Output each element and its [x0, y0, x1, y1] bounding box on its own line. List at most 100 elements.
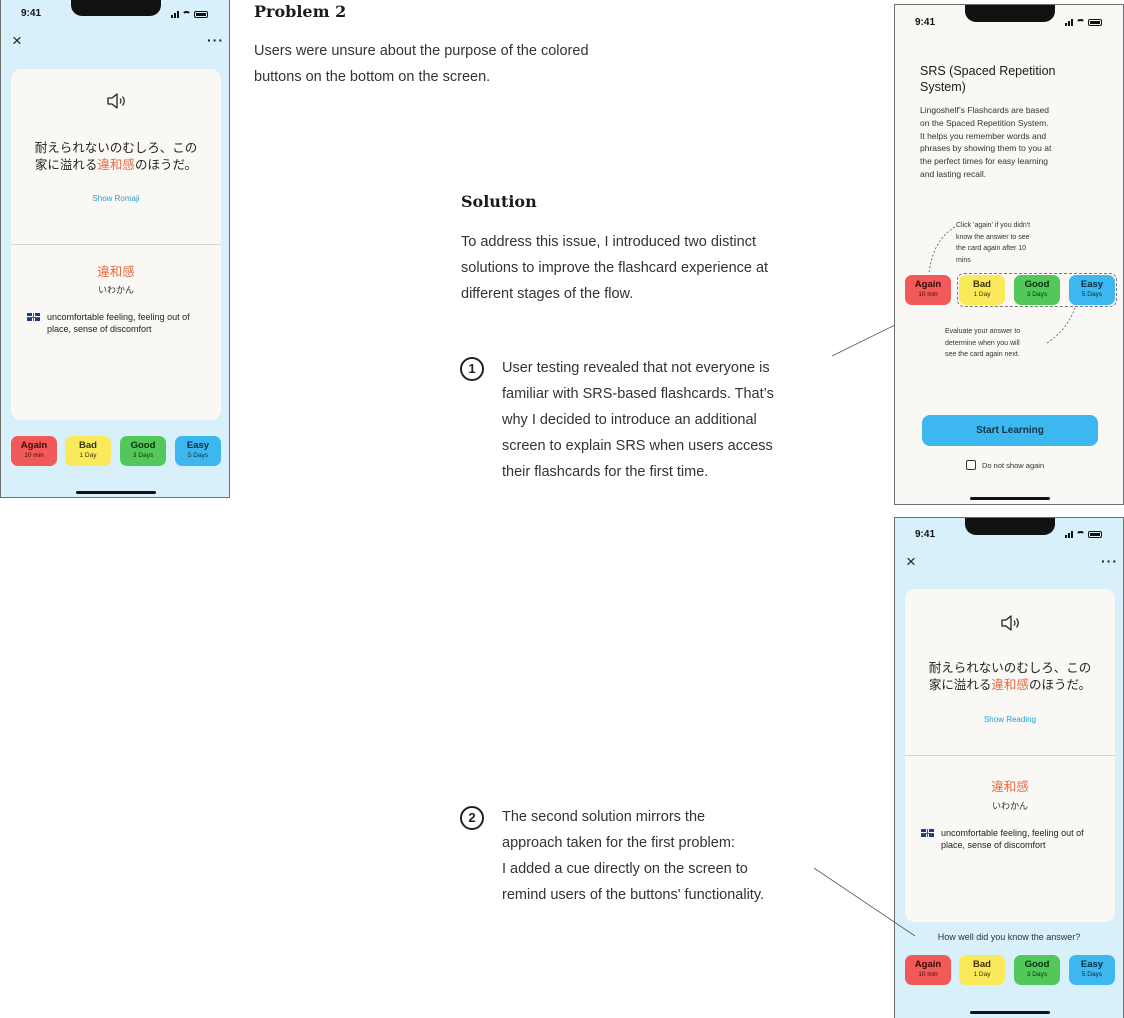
point-1-line: why I decided to introduce an additional: [502, 412, 757, 428]
sentence-part: 家に溢れる: [928, 678, 992, 692]
point-2-text: The second solution mirrors the approach…: [502, 804, 764, 908]
good-button[interactable]: Good 3 Days: [120, 436, 166, 466]
srs-description: Lingoshelf’s Flashcards are based on the…: [920, 104, 1051, 181]
close-icon[interactable]: ×: [906, 553, 916, 570]
annotation-line: mins: [956, 256, 971, 264]
good-label: Good: [130, 440, 156, 451]
again-label: Again: [914, 959, 942, 970]
bad-button[interactable]: Bad 1 Day: [65, 436, 111, 466]
good-label: Good: [1024, 959, 1050, 970]
bad-interval: 1 Day: [79, 452, 97, 459]
again-interval: 10 min: [918, 291, 938, 298]
srs-body-line: It helps you remember words and: [920, 130, 1047, 141]
more-options-icon[interactable]: ···: [207, 32, 224, 48]
battery-icon: [1088, 19, 1102, 26]
again-annotation: Click 'again' if you didn't know the ans…: [956, 220, 1030, 266]
rating-prompt: How well did you know the answer?: [937, 932, 1081, 942]
good-button[interactable]: Good 3 Days: [1014, 955, 1060, 985]
bad-label: Bad: [973, 279, 991, 290]
battery-icon: [194, 11, 208, 18]
start-learning-button[interactable]: Start Learning: [922, 415, 1098, 446]
sentence-part: 耐えられないのむしろ、この: [928, 661, 1092, 675]
problem-text: Users were unsure about the purpose of t…: [254, 38, 589, 90]
bad-button[interactable]: Bad 1 Day: [959, 955, 1005, 985]
sentence-part: のほうだ。: [134, 158, 198, 172]
signal-icon: [1065, 19, 1073, 26]
solution-text: To address this issue, I introduced two …: [461, 229, 768, 307]
easy-label: Easy: [1080, 279, 1104, 290]
point-1-line: their flashcards for the first time.: [502, 464, 709, 480]
answer-reading: いわかん: [991, 801, 1028, 811]
bad-interval: 1 Day: [973, 971, 991, 978]
phone-mockup-srs-explainer: 9:41 SRS (Spaced Repetition System) Ling…: [894, 4, 1124, 505]
interval-annotation: Evaluate your answer to determine when y…: [945, 326, 1020, 361]
uk-flag-icon: [27, 313, 40, 321]
show-reading-link[interactable]: Show Reading: [905, 715, 1115, 724]
home-indicator: [970, 497, 1050, 500]
easy-button[interactable]: Easy 5 Days: [175, 436, 221, 466]
annotation-line: see the card again next.: [945, 351, 1020, 358]
answer-word: 違和感: [991, 780, 1029, 794]
do-not-show-again-checkbox[interactable]: Do not show again: [966, 460, 1044, 470]
srs-title: SRS (Spaced Repetition System): [920, 63, 1056, 95]
good-button[interactable]: Good 3 Days: [1014, 275, 1060, 305]
phone-notch: [965, 518, 1055, 535]
point-number-1: 1: [460, 357, 484, 381]
sentence-part: のほうだ。: [1028, 678, 1092, 692]
bad-interval: 1 Day: [973, 291, 991, 298]
bad-label: Bad: [79, 440, 97, 451]
status-icons: [171, 11, 208, 18]
easy-label: Easy: [186, 440, 210, 451]
point-2-line: remind users of the buttons' functionali…: [502, 887, 765, 903]
problem-line: Users were unsure about the purpose of t…: [254, 43, 589, 59]
flashcard: 耐えられないのむしろ、この 家に溢れる違和感のほうだ。 Show Romaji …: [11, 69, 221, 420]
solution-line: solutions to improve the flashcard exper…: [461, 260, 769, 276]
again-button[interactable]: Again 10 min: [905, 955, 951, 985]
signal-icon: [171, 11, 179, 18]
easy-interval: 5 Days: [1081, 971, 1103, 978]
show-romaji-link[interactable]: Show Romaji: [11, 194, 221, 203]
good-interval: 3 Days: [1026, 971, 1048, 978]
solution-title: Solution: [461, 192, 537, 211]
again-button[interactable]: Again 10 min: [905, 275, 951, 305]
meaning-text: uncomfortable feeling, feeling out of pl…: [47, 312, 190, 334]
speaker-icon[interactable]: [106, 93, 128, 114]
easy-button[interactable]: Easy 5 Days: [1069, 275, 1115, 305]
checkbox-box[interactable]: [966, 460, 976, 470]
srs-title-line: System): [920, 80, 966, 94]
annotation-line: determine when you will: [945, 339, 1020, 347]
signal-icon: [1065, 531, 1073, 538]
wifi-icon: [1076, 531, 1085, 538]
uk-flag-icon: [921, 829, 934, 837]
wifi-icon: [182, 11, 191, 18]
point-2-line: The second solution mirrors the: [502, 809, 706, 825]
easy-interval: 5 Days: [187, 452, 209, 459]
answer-meaning: uncomfortable feeling, feeling out of pl…: [27, 311, 207, 335]
again-interval: 10 min: [24, 452, 44, 459]
bad-button[interactable]: Bad 1 Day: [959, 275, 1005, 305]
annotation-line: Click 'again' if you didn't: [956, 222, 1031, 229]
close-icon[interactable]: ×: [12, 32, 22, 49]
annotation-line: know the answer to see: [956, 233, 1030, 241]
phone-mockup-with-cue: 9:41 × ··· 耐えられないのむしろ、この 家に溢れる違和感 のほうだ。 S…: [894, 517, 1124, 1018]
status-time: 9:41: [915, 529, 936, 540]
answer-reading: いわかん: [97, 285, 134, 295]
srs-body-line: phrases by showing them to you at: [920, 143, 1052, 154]
easy-button[interactable]: Easy 5 Days: [1069, 955, 1115, 985]
phone-notch: [965, 5, 1055, 22]
again-label: Again: [20, 440, 48, 451]
easy-interval: 5 Days: [1081, 291, 1103, 298]
answer-meaning: uncomfortable feeling, feeling out of pl…: [921, 827, 1101, 851]
again-button[interactable]: Again 10 min: [11, 436, 57, 466]
card-divider: [11, 244, 221, 245]
speaker-icon[interactable]: [1000, 615, 1022, 636]
japanese-sentence: 耐えられないのむしろ、この 家に溢れる違和感のほうだ。: [11, 140, 221, 174]
srs-body-line: and lasting recall.: [920, 168, 987, 179]
phone-mockup-original: 9:41 × ··· 耐えられないのむしろ、この 家に溢れる違和感のほうだ。 S…: [0, 0, 230, 498]
bad-label: Bad: [973, 959, 991, 970]
phone-notch: [71, 0, 161, 16]
highlighted-word: 違和感: [97, 158, 135, 172]
status-icons: [1065, 19, 1102, 26]
more-options-icon[interactable]: ···: [1101, 553, 1118, 569]
point-number-2: 2: [460, 806, 484, 830]
